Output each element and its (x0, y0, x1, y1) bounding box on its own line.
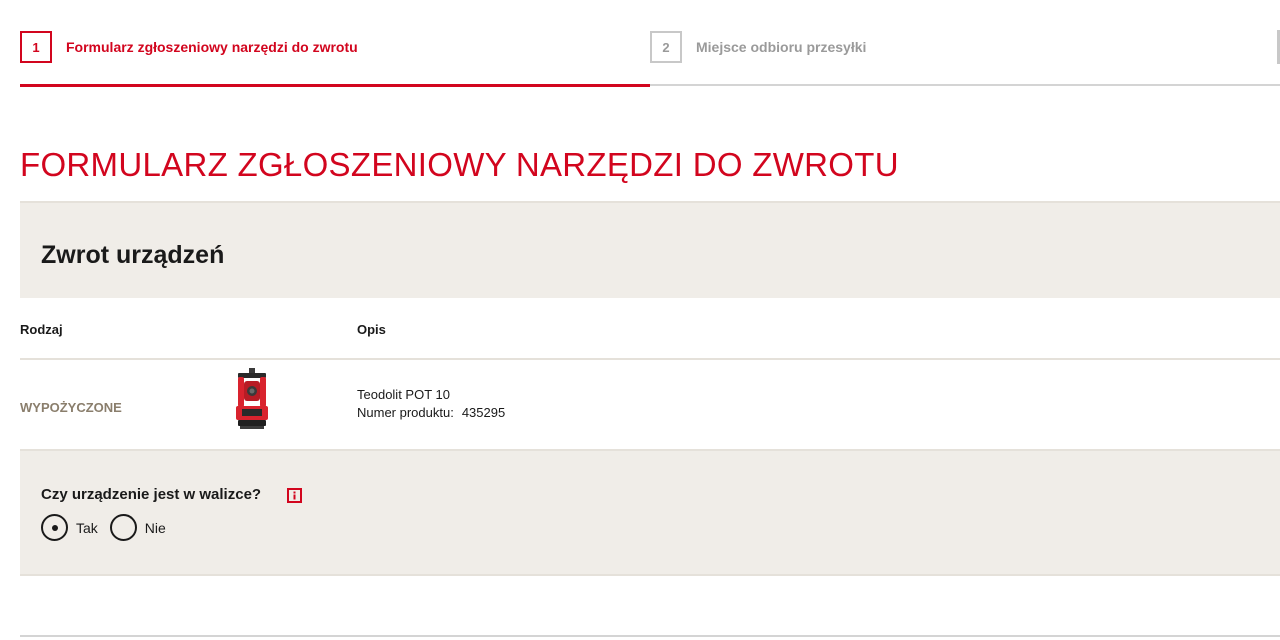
info-icon[interactable] (287, 488, 302, 503)
table-header-divider (20, 358, 1280, 360)
radio-no[interactable] (109, 514, 137, 541)
case-question: Czy urządzenie jest w walizce? (41, 486, 262, 503)
theodolite-product-image (236, 368, 268, 429)
step-2-number: 2 (650, 31, 682, 63)
case-radio-group: Tak Nie (41, 514, 178, 541)
row-type: WYPOŻYCZONE (20, 400, 122, 415)
radio-no-label: Nie (144, 519, 166, 536)
case-question-panel: Czy urządzenie jest w walizce? Tak Nie (20, 449, 1280, 576)
column-header-type: Rodzaj (20, 322, 63, 337)
return-form-page: 1 Formularz zgłoszeniowy narzędzi do zwr… (0, 0, 1280, 640)
checkout-steps: 1 Formularz zgłoszeniowy narzędzi do zwr… (20, 0, 1280, 88)
radio-option-yes[interactable]: Tak (41, 514, 98, 541)
radio-option-no[interactable]: Nie (109, 514, 166, 541)
page-title: FORMULARZ ZGŁOSZENIOWY NARZĘDZI DO ZWROT… (20, 146, 899, 183)
product-number-label: Numer produktu: (357, 405, 454, 420)
step-1-label: Formularz zgłoszeniowy narzędzi do zwrot… (66, 39, 358, 55)
step-1-number: 1 (20, 31, 52, 63)
product-number-value: 435295 (461, 405, 506, 420)
progress-fill (20, 84, 650, 87)
product-number: Numer produktu: 435295 (357, 405, 505, 420)
product-name: Teodolit POT 10 (357, 387, 450, 402)
step-1[interactable]: 1 Formularz zgłoszeniowy narzędzi do zwr… (20, 30, 358, 64)
bottom-divider (20, 635, 1280, 637)
section-header: Zwrot urządzeń (20, 201, 1280, 298)
step-2-label: Miejsce odbioru przesyłki (696, 39, 867, 55)
section-title: Zwrot urządzeń (41, 241, 225, 269)
column-header-description: Opis (357, 322, 386, 337)
radio-yes[interactable] (41, 514, 68, 541)
radio-yes-label: Tak (76, 519, 98, 536)
step-2[interactable]: 2 Miejsce odbioru przesyłki (650, 30, 866, 64)
